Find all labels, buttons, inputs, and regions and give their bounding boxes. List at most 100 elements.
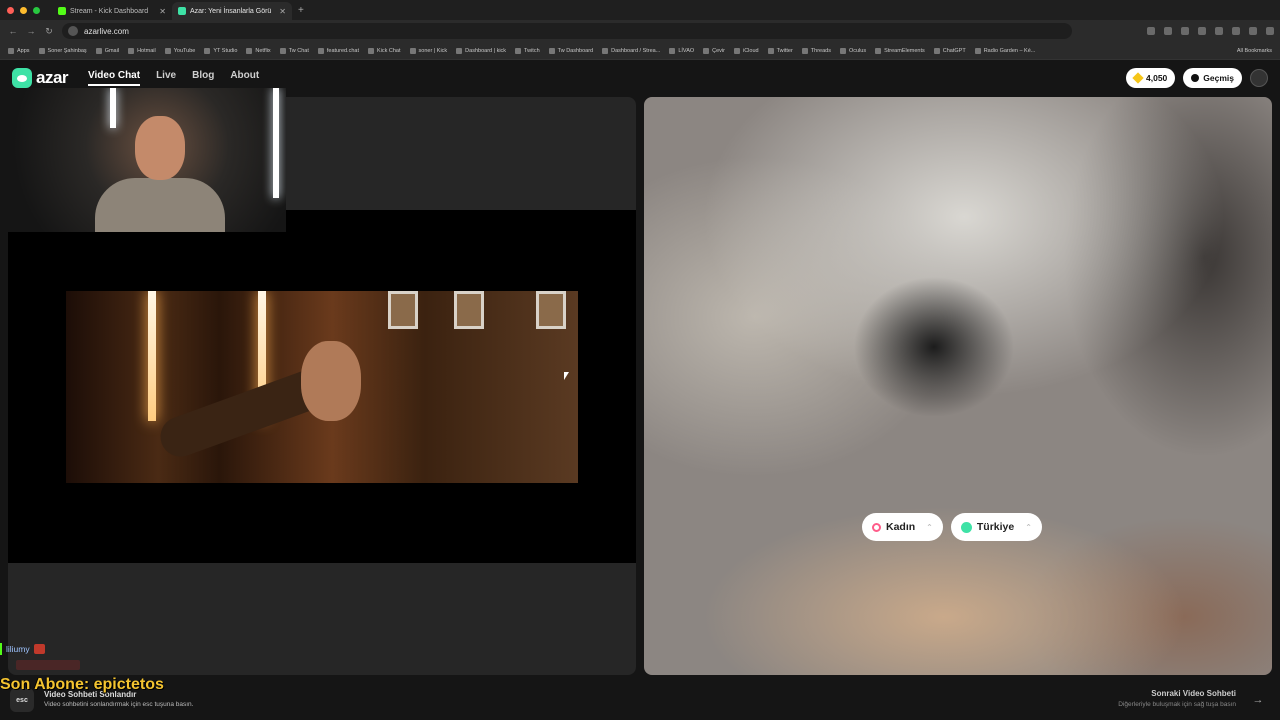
bookmark-item[interactable]: Twitch — [515, 47, 540, 54]
bookmark-item[interactable]: Oculus — [839, 47, 866, 54]
female-icon — [872, 522, 881, 532]
globe-icon — [960, 521, 972, 533]
extension-icon[interactable] — [1198, 27, 1206, 35]
new-tab-button[interactable]: + — [298, 5, 304, 16]
next-chat-title: Sonraki Video Sohbeti — [1151, 689, 1236, 698]
bookmark-item[interactable]: Kick Chat — [367, 47, 401, 54]
country-filter-label: Türkiye — [976, 521, 1015, 533]
tab-azar[interactable]: Azar: Yeni İnsanlarla Görü ✕ — [172, 2, 292, 20]
url-field[interactable]: azarlive.com — [62, 23, 1072, 39]
nav-blog[interactable]: Blog — [192, 70, 214, 86]
bookmark-item[interactable]: Çevir — [703, 47, 725, 54]
bookmark-item[interactable]: featured.chat — [317, 47, 359, 54]
close-icon[interactable]: ✕ — [159, 7, 166, 16]
azar-logo[interactable]: azar — [12, 68, 69, 88]
bookmark-icon — [875, 47, 882, 54]
streamer-face — [135, 116, 185, 180]
bookmark-icon — [801, 47, 808, 54]
bookmark-icon — [456, 47, 463, 54]
close-icon[interactable]: ✕ — [279, 7, 286, 16]
star-icon[interactable] — [1164, 27, 1172, 35]
tab-label: Azar: Yeni İnsanlarla Görü — [190, 7, 272, 15]
tab-kick-dashboard[interactable]: Stream - Kick Dashboard ✕ — [52, 2, 172, 20]
extension-icons — [1147, 27, 1274, 35]
forward-icon[interactable]: → — [26, 26, 36, 36]
bookmark-item[interactable]: Radio Garden – Ké... — [974, 47, 1035, 54]
close-window-button[interactable] — [7, 6, 14, 14]
chat-accent-bar — [0, 643, 2, 655]
puzzle-icon[interactable] — [1232, 27, 1240, 35]
profile-icon[interactable] — [1249, 27, 1257, 35]
bookmark-icon — [38, 47, 45, 54]
history-button[interactable]: Geçmiş — [1183, 68, 1242, 88]
azar-logo-icon — [12, 68, 32, 88]
gems-count: 4,050 — [1146, 73, 1168, 83]
neon-light — [148, 291, 156, 421]
bookmark-icon — [669, 47, 676, 54]
country-filter-button[interactable]: Türkiye ⌃ — [950, 513, 1042, 541]
minimize-window-button[interactable] — [20, 6, 27, 14]
bookmark-icon — [515, 47, 522, 54]
url-text: azarlive.com — [84, 26, 129, 36]
gems-button[interactable]: 4,050 — [1126, 68, 1176, 88]
address-bar-row: ← → ↻ azarlive.com — [0, 20, 1280, 42]
browser-tab-bar: Stream - Kick Dashboard ✕ Azar: Yeni İns… — [0, 0, 1280, 20]
clock-icon — [1191, 74, 1200, 82]
back-icon[interactable]: ← — [8, 26, 18, 36]
bookmark-item[interactable]: Tw Dashboard — [548, 47, 593, 54]
maximize-window-button[interactable] — [33, 6, 40, 14]
next-arrow-icon[interactable]: → — [1248, 690, 1268, 710]
next-chat-description: Diğerleriyle buluşmak için sağ tuşa bası… — [1118, 701, 1236, 708]
bottom-shortcuts-bar: esc Video Sohbeti Sonlandır Video sohbet… — [0, 678, 1280, 720]
wall-frame — [454, 291, 484, 329]
avatar[interactable] — [1250, 69, 1268, 87]
bookmark-item[interactable]: YouTube — [164, 47, 195, 54]
bookmark-item[interactable]: Gmail — [95, 47, 119, 54]
main-nav: Video Chat Live Blog About — [88, 70, 259, 86]
bookmark-icon — [367, 47, 374, 54]
bookmark-item[interactable]: LİVAO — [669, 47, 694, 54]
menu-dots-icon[interactable] — [1266, 27, 1274, 35]
bookmark-item[interactable]: YT Studio — [204, 47, 237, 54]
chevron-up-icon: ⌃ — [926, 522, 933, 532]
nav-about[interactable]: About — [230, 70, 259, 86]
streamer-webcam-overlay — [0, 88, 286, 232]
bookmark-item[interactable]: Dashboard | kick — [456, 47, 506, 54]
bookmarks-bar: Apps Soner Şahinbaş Gmail Hotmail YouTub… — [0, 42, 1280, 60]
nav-video-chat[interactable]: Video Chat — [88, 70, 141, 86]
bookmark-item[interactable]: Netflix — [246, 47, 271, 54]
sub-badge-icon — [33, 644, 45, 654]
reload-icon[interactable]: ↻ — [44, 26, 54, 37]
extension-icon[interactable] — [1181, 27, 1189, 35]
bookmark-item[interactable]: soner | Kick — [409, 47, 447, 54]
bookmark-icon — [164, 47, 171, 54]
cast-icon[interactable] — [1147, 27, 1155, 35]
bookmark-item[interactable]: Apps — [8, 47, 30, 54]
bookmark-item[interactable]: Threads — [801, 47, 831, 54]
streamer-body — [95, 178, 225, 232]
bookmark-icon — [246, 47, 253, 54]
site-info-icon[interactable] — [68, 26, 78, 36]
bookmark-item[interactable]: StreamElements — [875, 47, 925, 54]
chat-message-faded — [16, 660, 80, 670]
neon-light — [273, 88, 279, 198]
bookmark-item[interactable]: Tw Chat — [279, 47, 309, 54]
all-bookmarks-button[interactable]: All Bookmarks — [1237, 48, 1272, 54]
bookmark-icon — [703, 47, 710, 54]
bookmark-icon — [839, 47, 846, 54]
window-controls — [7, 6, 40, 14]
bookmark-item[interactable]: Dashboard / Strea... — [602, 47, 660, 54]
bookmark-item[interactable]: Soner Şahinbaş — [38, 47, 87, 54]
bookmark-icon — [95, 47, 102, 54]
bookmark-icon — [548, 47, 555, 54]
match-filters: Kadın ⌃ Türkiye ⌃ — [862, 513, 1042, 541]
bookmark-item[interactable]: iCloud — [733, 47, 759, 54]
bookmark-icon — [317, 47, 324, 54]
bookmark-item[interactable]: Hotmail — [128, 47, 156, 54]
extension-icon[interactable] — [1215, 27, 1223, 35]
bookmark-icon — [409, 47, 416, 54]
bookmark-item[interactable]: ChatGPT — [933, 47, 966, 54]
nav-live[interactable]: Live — [156, 70, 176, 86]
bookmark-item[interactable]: Twitter — [767, 47, 793, 54]
gender-filter-button[interactable]: Kadın ⌃ — [862, 513, 943, 541]
